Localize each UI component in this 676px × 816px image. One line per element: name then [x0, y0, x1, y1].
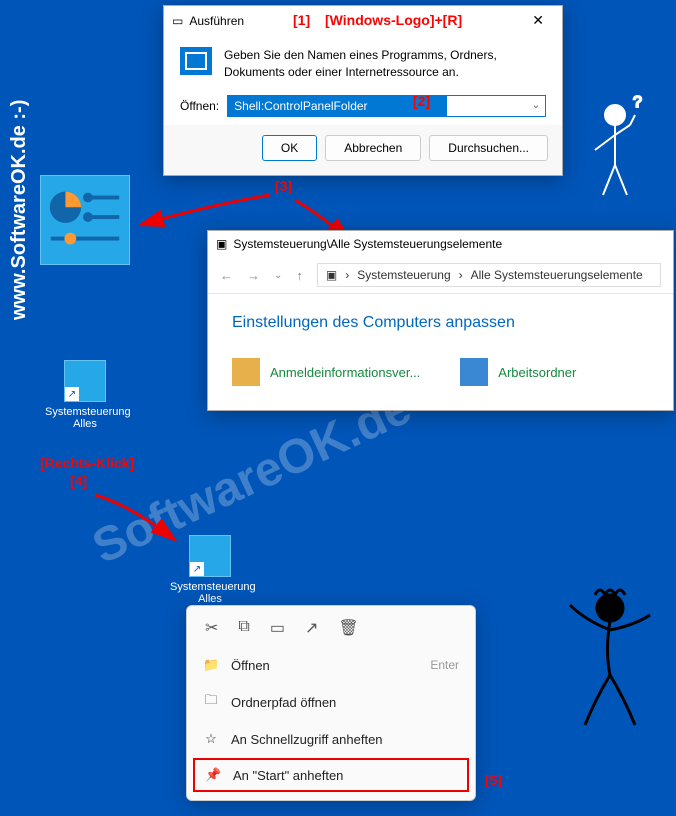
pin-icon: 📌 [205, 767, 221, 783]
rename-icon[interactable]: ▭ [270, 618, 285, 638]
context-pin-start[interactable]: 📌 An "Start" anheften [193, 758, 469, 792]
chevron-down-icon[interactable]: ⌄ [527, 96, 545, 116]
context-menu: ✂ ⧉ ▭ ↗ 🗑 📁 Öffnen Enter 🗀 Ordnerpfad öf… [186, 605, 476, 801]
copy-icon[interactable]: ⧉ [238, 618, 249, 638]
item-label: Anmeldeinformationsver... [270, 365, 420, 380]
breadcrumb-item[interactable]: Alle Systemsteuerungselemente [471, 268, 643, 282]
explorer-item-credentials[interactable]: Anmeldeinformationsver... [232, 358, 420, 386]
back-icon[interactable]: ← [220, 268, 233, 283]
annotation-4: [4] [70, 473, 87, 489]
ctx-label: An Schnellzugriff anheften [231, 732, 383, 747]
context-open[interactable]: 📁 Öffnen Enter [187, 648, 475, 682]
ctx-label: An "Start" anheften [233, 768, 343, 783]
ctx-label: Ordnerpfad öffnen [231, 695, 336, 710]
share-icon[interactable]: ↗ [305, 618, 318, 638]
watermark-left: www.SoftwareOK.de :-) [8, 100, 31, 320]
run-app-icon [180, 47, 212, 75]
run-icon: ▭ [172, 14, 183, 28]
desktop-shortcut-1[interactable]: ↗ Systemsteuerung Alles [45, 360, 125, 430]
control-panel-icon: ↗ [64, 360, 106, 402]
run-dialog: ▭ Ausführen ✕ Geben Sie den Namen eines … [163, 5, 563, 176]
explorer-item-workfolders[interactable]: Arbeitsordner [460, 358, 576, 386]
run-input[interactable]: Shell:ControlPanelFolder ⌄ [227, 95, 546, 117]
annotation-1: [1] [293, 12, 310, 28]
ok-button[interactable]: OK [262, 135, 317, 161]
explorer-titlebar: ▣ Systemsteuerung\Alle Systemsteuerungse… [208, 231, 673, 257]
stick-figure-icon [550, 580, 670, 740]
explorer-title-text: Systemsteuerung\Alle Systemsteuerungsele… [233, 237, 502, 251]
run-description: Geben Sie den Namen eines Programms, Ord… [224, 47, 546, 81]
control-panel-icon: ▣ [326, 268, 337, 282]
ctx-label: Öffnen [231, 658, 270, 673]
open-label: Öffnen: [180, 99, 219, 113]
ctx-shortcut: Enter [430, 658, 459, 672]
workfolders-icon [460, 358, 488, 386]
delete-icon[interactable]: 🗑 [338, 618, 358, 638]
forward-icon[interactable]: → [247, 268, 260, 283]
arrow-icon [90, 490, 190, 550]
desktop-icon-label: Systemsteuerung Alles [45, 406, 125, 430]
run-title-text: Ausführen [189, 14, 244, 28]
context-pin-quickaccess[interactable]: ☆ An Schnellzugriff anheften [187, 722, 475, 756]
breadcrumb[interactable]: ▣ › Systemsteuerung › Alle Systemsteueru… [317, 263, 661, 287]
annotation-4-text: [Rechts-Klick] [40, 455, 134, 471]
chevron-right-icon: › [345, 268, 349, 282]
control-panel-icon: ↗ [189, 535, 231, 577]
shortcut-arrow-icon: ↗ [65, 387, 79, 401]
annotation-2: [2] [413, 93, 430, 109]
star-icon: ☆ [203, 731, 219, 747]
credentials-icon [232, 358, 260, 386]
up-icon[interactable]: ↑ [296, 268, 303, 283]
cut-icon[interactable]: ✂ [205, 618, 218, 638]
control-panel-tile[interactable] [40, 175, 130, 265]
chevron-down-icon[interactable]: ⌄ [274, 270, 282, 281]
svg-text:?: ? [633, 95, 642, 111]
chevron-right-icon: › [459, 268, 463, 282]
context-open-path[interactable]: 🗀 Ordnerpfad öffnen [187, 682, 475, 722]
stick-figure-icon: ? [575, 95, 655, 215]
desktop-icon-label: Systemsteuerung Alles [170, 581, 250, 605]
folder-outline-icon: 🗀 [203, 691, 219, 713]
item-label: Arbeitsordner [498, 365, 576, 380]
control-panel-icon: ▣ [216, 237, 227, 251]
folder-icon: 📁 [203, 657, 219, 673]
explorer-window: ▣ Systemsteuerung\Alle Systemsteuerungse… [207, 230, 674, 411]
annotation-5: [5] [485, 772, 502, 788]
browse-button[interactable]: Durchsuchen... [429, 135, 548, 161]
explorer-heading: Einstellungen des Computers anpassen [232, 314, 649, 332]
close-icon[interactable]: ✕ [522, 12, 554, 29]
breadcrumb-item[interactable]: Systemsteuerung [357, 268, 450, 282]
cancel-button[interactable]: Abbrechen [325, 135, 421, 161]
shortcut-arrow-icon: ↗ [190, 562, 204, 576]
annotation-1-text: [Windows-Logo]+[R] [325, 12, 462, 28]
